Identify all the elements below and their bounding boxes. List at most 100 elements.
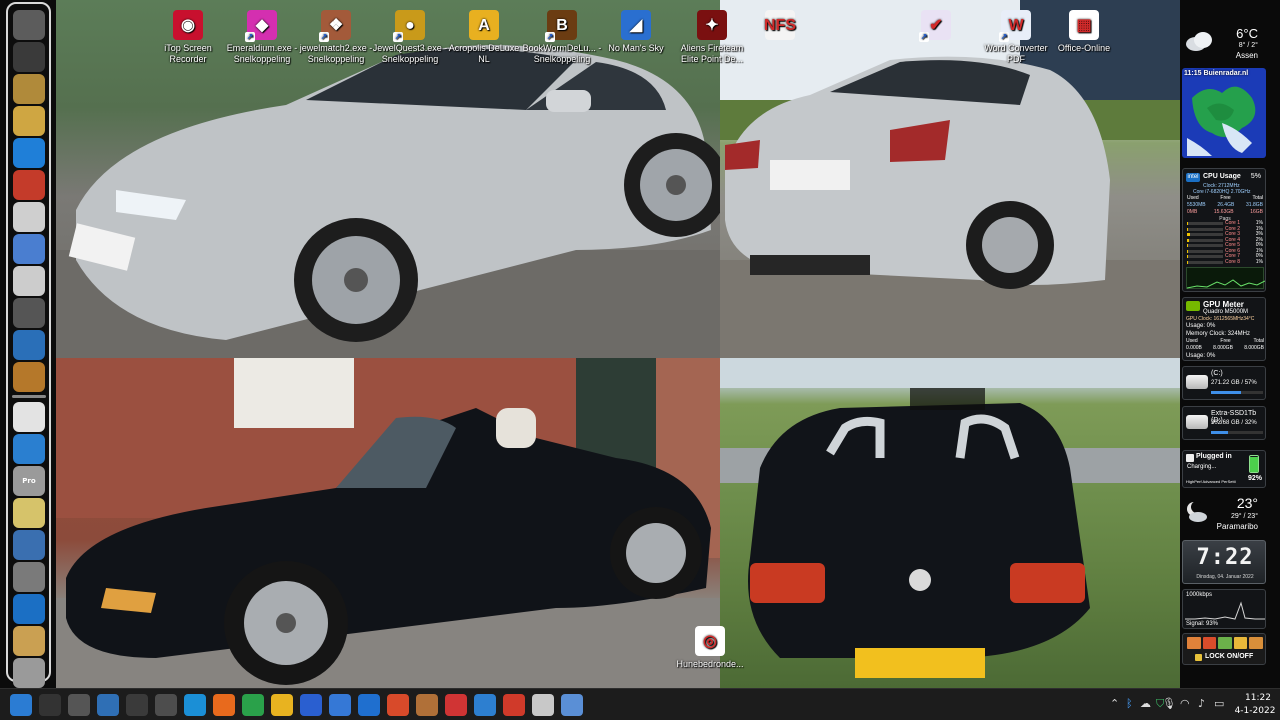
network-app-icon[interactable] bbox=[474, 694, 496, 716]
network-signal: Signal: 93% bbox=[1186, 621, 1219, 627]
lock-icon-2[interactable] bbox=[1202, 637, 1217, 649]
clock-gadget[interactable]: 7:22 Dinsdag, 04. Januar 2022 bbox=[1182, 540, 1266, 584]
pro-app-icon[interactable]: Pro bbox=[13, 466, 45, 496]
windows-start-icon[interactable] bbox=[10, 694, 32, 716]
lock-icon-5[interactable] bbox=[1249, 637, 1263, 649]
search-icon[interactable] bbox=[39, 694, 61, 716]
lock-icon-4[interactable] bbox=[1233, 637, 1248, 649]
recorder-icon[interactable] bbox=[503, 694, 525, 716]
stag-icon[interactable] bbox=[13, 626, 45, 656]
browser-orb-icon[interactable] bbox=[561, 694, 583, 716]
desktop-icon[interactable]: ● ↗ JewelQuest3.exe - Snelkoppeling bbox=[370, 4, 450, 65]
desktop-icon[interactable]: NFS bbox=[740, 4, 820, 43]
tools-icon[interactable] bbox=[13, 202, 45, 232]
gpu-memory-row: 0.000B 8.000GB 8.000GB bbox=[1186, 345, 1264, 352]
battery-gadget[interactable]: Plugged in Charging... HighPerf Advanced… bbox=[1182, 450, 1266, 488]
bluetooth-icon[interactable]: ᛒ bbox=[1126, 697, 1133, 710]
emblem-icon[interactable] bbox=[13, 362, 45, 392]
robot-icon[interactable] bbox=[13, 530, 45, 560]
desktop-icon[interactable]: ◉ iTop Screen Recorder bbox=[148, 4, 228, 65]
network-graph bbox=[1185, 601, 1265, 620]
desktop-icon[interactable]: ❖ ↗ jewelmatch2.exe - Snelkoppeling bbox=[296, 4, 376, 65]
battery-tray-icon[interactable]: ▭ bbox=[1214, 697, 1224, 710]
desktop: Pro ◉ iTop Screen Recorder ◆ ↗ Emeraldium.ex… bbox=[0, 0, 1280, 720]
microphone-icon[interactable]: 🎙 bbox=[1162, 697, 1176, 710]
downloader-icon[interactable] bbox=[13, 170, 45, 200]
desktop-icon[interactable]: ▦ Office-Online bbox=[1044, 4, 1124, 54]
cpu-memory-cell: 5530MB bbox=[1187, 202, 1206, 208]
rain-radar-gadget[interactable]: 11:15 Buienradar.nl bbox=[1182, 68, 1266, 158]
mail-icon[interactable] bbox=[358, 694, 380, 716]
network-meter-gadget[interactable]: 1000kbps Signal: 93% bbox=[1182, 589, 1266, 629]
battery-plan: HighPerf Advanced PerSetti bbox=[1186, 479, 1236, 484]
media-player-icon[interactable] bbox=[13, 298, 45, 328]
photo-viewer-icon[interactable] bbox=[532, 694, 554, 716]
scanner-icon[interactable] bbox=[13, 402, 45, 432]
monitor-app-icon[interactable] bbox=[126, 694, 148, 716]
desktop-icon[interactable]: ◢ No Man's Sky bbox=[596, 4, 676, 54]
game-character-icon[interactable] bbox=[416, 694, 438, 716]
desktop-icon[interactable]: A Acropolis DeLuxe NL bbox=[444, 4, 524, 65]
task-view-icon[interactable] bbox=[68, 694, 90, 716]
office-icon[interactable] bbox=[387, 694, 409, 716]
lock-gadget[interactable]: LOCK ON/OFF bbox=[1182, 633, 1266, 665]
cpu-memory-cell: 26.4GB bbox=[1217, 202, 1235, 208]
cpu-percent: 5% bbox=[1250, 173, 1261, 180]
cpu-core-value: 1% bbox=[1255, 258, 1263, 265]
gpu-meter-gadget[interactable]: GPU Meter Quadro M5000M GPU Clock: 16125… bbox=[1182, 297, 1266, 361]
weather-city-bottom: Paramaribo bbox=[1216, 522, 1258, 531]
recycle-bin-icon[interactable] bbox=[13, 658, 45, 688]
onedrive-icon[interactable]: ☁ bbox=[1140, 697, 1151, 710]
server-icon[interactable] bbox=[13, 562, 45, 592]
drive-gadget[interactable]: Extra-SSD1Tb (D:) 302.68 GB / 32% bbox=[1182, 406, 1266, 440]
desktop-icon[interactable]: ✔ ↗ bbox=[896, 4, 976, 43]
cpu-memory-cell: 31.8GB bbox=[1246, 202, 1263, 208]
puzzle-icon[interactable] bbox=[445, 694, 467, 716]
radar-map bbox=[1187, 86, 1256, 156]
computer-icon[interactable] bbox=[13, 234, 45, 264]
chrome-icon: ◎ bbox=[695, 626, 725, 656]
tray-chevron-icon[interactable]: ⌃ bbox=[1110, 697, 1119, 710]
file-explorer-icon[interactable] bbox=[271, 694, 293, 716]
emeraldium-gem-icon: ◆ ↗ bbox=[245, 10, 277, 42]
bone-icon[interactable] bbox=[13, 498, 45, 528]
antenna-icon[interactable] bbox=[13, 10, 45, 40]
notes-icon[interactable] bbox=[13, 106, 45, 136]
edge-icon[interactable] bbox=[184, 694, 206, 716]
task-checklist-icon: ✔ ↗ bbox=[919, 10, 951, 42]
weather-gadget-top[interactable]: 6°C 8° / 2° Assen bbox=[1182, 22, 1266, 64]
wifi-icon[interactable]: ◠ bbox=[1180, 697, 1190, 710]
lock-label[interactable]: LOCK ON/OFF bbox=[1205, 653, 1253, 660]
weather-gadget-bottom[interactable]: 23° 29° / 23° Paramaribo bbox=[1182, 493, 1266, 533]
gpu-memory-cell: Total bbox=[1253, 338, 1264, 344]
chrome-icon[interactable] bbox=[242, 694, 264, 716]
battery-icon bbox=[1249, 455, 1259, 473]
store-icon[interactable] bbox=[329, 694, 351, 716]
drive-gadget[interactable]: (C:) 271.22 GB / 57% bbox=[1182, 366, 1266, 400]
desktop-icon[interactable]: B ↗ BookWormDeLu... - Snelkoppeling bbox=[522, 4, 602, 65]
cpu-usage-gadget[interactable]: intel CPU Usage 5% Clock: 2712MHz Core i… bbox=[1182, 168, 1266, 292]
speaker-icon[interactable]: ♪ bbox=[1198, 697, 1205, 710]
lock-icon-3[interactable] bbox=[1218, 637, 1232, 649]
desktop-icon[interactable]: ◎ Hunebedronde... bbox=[670, 620, 750, 670]
wallpaper-photo-black-roadster-side bbox=[56, 358, 720, 688]
teamviewer-icon[interactable] bbox=[13, 138, 45, 168]
calculator-app-icon[interactable] bbox=[155, 694, 177, 716]
firefox-icon[interactable] bbox=[213, 694, 235, 716]
jewelmatch-icon: ❖ ↗ bbox=[319, 10, 351, 42]
hammer-icon[interactable] bbox=[13, 266, 45, 296]
hp-icon[interactable] bbox=[13, 594, 45, 624]
cpu-core-bar bbox=[1187, 238, 1223, 242]
save-disk-icon[interactable] bbox=[300, 694, 322, 716]
cloud-icon bbox=[1186, 32, 1212, 51]
cpu-memory-cell: Used bbox=[1187, 195, 1199, 201]
flash-icon[interactable] bbox=[13, 434, 45, 464]
lock-icon-1[interactable] bbox=[1187, 637, 1201, 649]
webcam-icon[interactable] bbox=[13, 74, 45, 104]
ccleaner-icon[interactable] bbox=[13, 330, 45, 360]
widgets-icon[interactable] bbox=[97, 694, 119, 716]
hard-drive-icon[interactable] bbox=[13, 42, 45, 72]
desktop-icon[interactable]: ◆ ↗ Emeraldium.exe - Snelkoppeling bbox=[222, 4, 302, 65]
taskbar-date[interactable]: 4-1-2022 bbox=[1232, 706, 1278, 716]
taskbar-time[interactable]: 11:22 bbox=[1238, 693, 1278, 703]
